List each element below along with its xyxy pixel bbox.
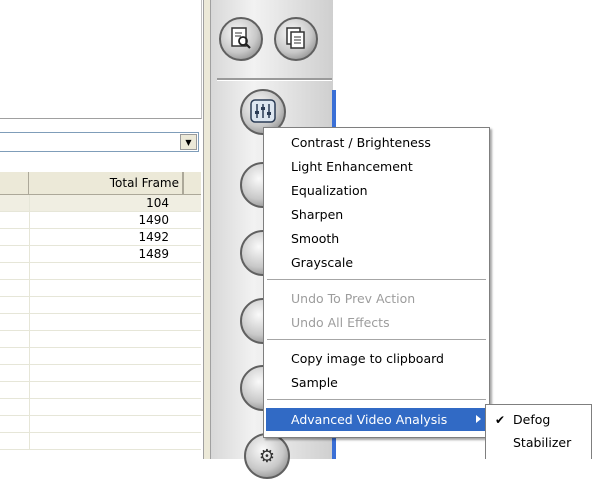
dropdown-select[interactable]: ▼: [0, 132, 199, 152]
cell-divider: [29, 348, 30, 365]
chevron-down-icon: ▼: [185, 137, 192, 147]
menu-item-label: Advanced Video Analysis: [291, 412, 448, 427]
total-frame-cell: 1489: [138, 247, 169, 261]
menu-separator: [267, 399, 486, 400]
menu-separator: [267, 339, 486, 340]
menu-item-undo-all: Undo All Effects: [291, 315, 390, 330]
table-row: [0, 297, 201, 314]
column-divider[interactable]: [182, 172, 184, 196]
table-row: [0, 263, 201, 280]
table-row: [0, 399, 201, 416]
table-row: [0, 331, 201, 348]
total-frame-cell: 104: [146, 196, 169, 210]
context-menu: Contrast / Brighteness Light Enhancement…: [263, 127, 490, 438]
menu-item-sample[interactable]: Sample: [266, 371, 487, 394]
submenu-arrow-icon: [476, 415, 481, 423]
cell-divider: [29, 382, 30, 399]
table-row: [0, 314, 201, 331]
cell-divider: [29, 399, 30, 416]
video-table: Total Frame 104 1490 1492 1489: [0, 171, 201, 459]
cell-divider: [29, 280, 30, 297]
table-row[interactable]: 1489: [0, 246, 201, 263]
left-panel: ▼ Total Frame 104 1490 1492 1489: [0, 0, 203, 459]
dropdown-arrow-button[interactable]: ▼: [180, 134, 197, 150]
pages-button[interactable]: [274, 17, 318, 61]
toolbar-divider: [217, 78, 332, 81]
table-row[interactable]: 1492: [0, 229, 201, 246]
table-row[interactable]: 104: [0, 195, 201, 212]
submenu-advanced-video-analysis: ✔ Defog Stabilizer: [485, 404, 592, 459]
table-row: [0, 416, 201, 433]
check-icon: ✔: [495, 413, 506, 427]
submenu-item-defog[interactable]: ✔ Defog: [488, 409, 590, 431]
table-header: Total Frame: [0, 171, 201, 196]
find-in-page-icon: [229, 26, 253, 53]
menu-separator: [267, 279, 486, 280]
submenu-item-stabilizer[interactable]: Stabilizer: [488, 432, 590, 454]
table-row: [0, 433, 201, 450]
table-row: [0, 348, 201, 365]
settings-button[interactable]: ⚙: [244, 433, 290, 479]
table-row: [0, 280, 201, 297]
cell-divider: [29, 297, 30, 314]
gear-icon: ⚙: [258, 445, 276, 467]
table-row: [0, 382, 201, 399]
menu-item-copy-image[interactable]: Copy image to clipboard: [266, 347, 487, 370]
cell-divider: [29, 416, 30, 433]
cell-divider: [29, 314, 30, 331]
menu-item-undo-prev: Undo To Prev Action: [291, 291, 416, 306]
table-row[interactable]: 1490: [0, 212, 201, 229]
cell-divider: [29, 331, 30, 348]
preview-area: [0, 0, 202, 119]
equalizer-icon: [250, 98, 276, 126]
menu-item-light-enhancement[interactable]: Light Enhancement: [266, 155, 487, 178]
column-header-total-frame[interactable]: Total Frame: [30, 172, 183, 195]
cell-divider: [29, 263, 30, 280]
panel-splitter[interactable]: [203, 0, 211, 459]
submenu-item-label: Defog: [513, 412, 551, 427]
total-frame-cell: 1492: [138, 230, 169, 244]
total-frame-cell: 1490: [138, 213, 169, 227]
cell-divider: [29, 433, 30, 450]
find-button[interactable]: [219, 17, 263, 61]
menu-item-advanced-video-analysis[interactable]: Advanced Video Analysis: [266, 408, 487, 431]
column-divider[interactable]: [28, 172, 29, 196]
pages-icon: [284, 26, 308, 53]
menu-item-contrast-brightness[interactable]: Contrast / Brighteness: [266, 131, 487, 154]
menu-item-smooth[interactable]: Smooth: [266, 227, 487, 250]
submenu-item-label: Stabilizer: [513, 435, 572, 450]
menu-item-equalization[interactable]: Equalization: [266, 179, 487, 202]
cell-divider: [29, 365, 30, 382]
menu-item-sharpen[interactable]: Sharpen: [266, 203, 487, 226]
table-row: [0, 365, 201, 382]
menu-item-grayscale[interactable]: Grayscale: [266, 251, 487, 274]
